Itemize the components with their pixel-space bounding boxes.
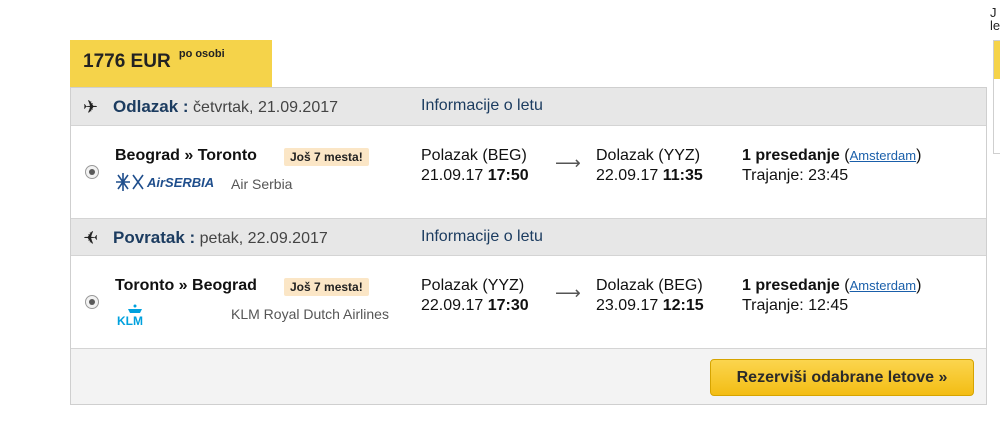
card-footer: Rezerviši odabrane letove » [71, 348, 986, 404]
return-stops-count: 1 presedanje [742, 277, 840, 294]
cropped-side-panel-stripe [994, 41, 1000, 79]
return-title: Povratak : petak, 22.09.2017 [113, 228, 328, 247]
return-row[interactable]: Toronto » Beograd Još 7 mesta! KLM KLM R… [71, 256, 986, 348]
outbound-date: četvrtak, 21.09.2017 [188, 99, 339, 116]
outbound-title: Odlazak : četvrtak, 21.09.2017 [113, 97, 339, 116]
book-selected-flights-button[interactable]: Rezerviši odabrane letove » [710, 359, 974, 396]
return-radio[interactable] [85, 295, 99, 309]
svg-text:AirSERBIA: AirSERBIA [146, 175, 214, 190]
return-departure-time: 17:30 [487, 297, 529, 314]
outbound-header: ✈ Odlazak : četvrtak, 21.09.2017 Informa… [71, 88, 986, 126]
return-route: Toronto » Beograd [115, 277, 257, 294]
airserbia-logo: AirSERBIA [115, 171, 225, 197]
return-header: ✈ Povratak : petak, 22.09.2017 Informaci… [71, 218, 986, 256]
klm-logo: KLM [115, 303, 155, 331]
outbound-arrival-date: 22.09.17 [596, 167, 663, 184]
svg-text:KLM: KLM [117, 314, 143, 327]
outbound-departure-label: Polazak (BEG) [421, 147, 527, 164]
return-seats-badge: Još 7 mesta! [284, 278, 369, 296]
outbound-arrival: Dolazak (YYZ) 22.09.17 11:35 [596, 146, 703, 186]
flight-offer-card: ✈ Odlazak : četvrtak, 21.09.2017 Informa… [70, 87, 987, 405]
cropped-side-panel [993, 40, 1000, 154]
outbound-arrival-time: 11:35 [662, 167, 703, 184]
outbound-seats-badge: Još 7 mesta! [284, 148, 369, 166]
outbound-duration: Trajanje: 23:45 [742, 167, 849, 184]
return-arrival-date: 23.09.17 [596, 297, 663, 314]
outbound-departure-date: 21.09.17 [421, 167, 488, 184]
return-arrival-label: Dolazak (BEG) [596, 277, 703, 294]
outbound-departure-time: 17:50 [487, 167, 529, 184]
outbound-stops: 1 presedanje (Amsterdam) Trajanje: 23:45 [742, 147, 922, 184]
outbound-radio[interactable] [85, 165, 99, 179]
return-arrival-time: 12:15 [662, 297, 704, 314]
outbound-arrival-label: Dolazak (YYZ) [596, 147, 701, 164]
return-stops: 1 presedanje (Amsterdam) Trajanje: 12:45 [742, 277, 922, 314]
outbound-stops-count: 1 presedanje [742, 147, 840, 164]
outbound-row[interactable]: Beograd » Toronto Još 7 mesta! AirSERBIA… [71, 126, 986, 218]
plane-arrival-icon: ✈ [83, 228, 99, 248]
price-amount: 1776 EUR [83, 51, 171, 72]
price-per-person: po osobi [178, 48, 225, 60]
return-duration: Trajanje: 12:45 [742, 297, 849, 314]
airserbia-logo-icon: AirSERBIA [116, 173, 214, 191]
return-arrow-icon: ⟶ [555, 283, 581, 303]
price-tab: 1776 EUR po osobi [70, 40, 272, 87]
outbound-stop-city-link[interactable]: Amsterdam [850, 148, 916, 163]
return-flight-info-link[interactable]: Informacije o letu [421, 228, 543, 246]
return-stop-city-link[interactable]: Amsterdam [850, 278, 916, 293]
return-airline-name: KLM Royal Dutch Airlines [231, 306, 389, 322]
return-departure: Polazak (YYZ) 22.09.17 17:30 [421, 276, 529, 316]
cropped-corner-text: J le [990, 5, 1000, 33]
outbound-arrow-icon: ⟶ [555, 153, 581, 173]
outbound-airline-name: Air Serbia [231, 176, 293, 192]
plane-departure-icon: ✈ [83, 97, 99, 117]
return-departure-date: 22.09.17 [421, 297, 488, 314]
return-date: petak, 22.09.2017 [195, 230, 328, 247]
return-departure-label: Polazak (YYZ) [421, 277, 525, 294]
outbound-departure: Polazak (BEG) 21.09.17 17:50 [421, 146, 529, 186]
outbound-flight-info-link[interactable]: Informacije o letu [421, 97, 543, 115]
outbound-route: Beograd » Toronto [115, 147, 257, 164]
return-arrival: Dolazak (BEG) 23.09.17 12:15 [596, 276, 704, 316]
klm-logo-icon: KLM [117, 304, 143, 328]
